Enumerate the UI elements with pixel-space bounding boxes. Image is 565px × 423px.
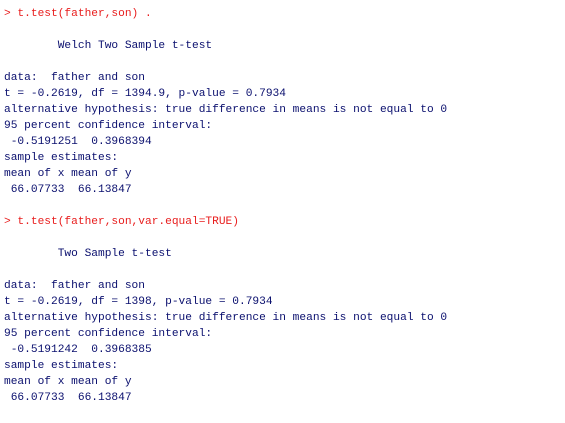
test-title: Two Sample t-test bbox=[4, 248, 172, 260]
confidence-interval-label: 95 percent confidence interval: bbox=[4, 120, 213, 132]
r-console[interactable]: > t.test(father,son) . Welch Two Sample … bbox=[0, 0, 565, 423]
sample-estimates-label: sample estimates: bbox=[4, 360, 119, 372]
sample-estimates-label: sample estimates: bbox=[4, 152, 119, 164]
console-command-line: > t.test(father,son,var.equal=TRUE) bbox=[4, 216, 239, 228]
data-line: data: father and son bbox=[4, 280, 145, 292]
test-title: Welch Two Sample t-test bbox=[4, 40, 213, 52]
confidence-interval-values: -0.5191242 0.3968385 bbox=[4, 344, 152, 356]
sample-estimates-values: 66.07733 66.13847 bbox=[4, 184, 132, 196]
sample-estimates-values: 66.07733 66.13847 bbox=[4, 392, 132, 404]
statistic-line: t = -0.2619, df = 1398, p-value = 0.7934 bbox=[4, 296, 273, 308]
sample-estimates-header: mean of x mean of y bbox=[4, 376, 132, 388]
console-command-line: > t.test(father,son) . bbox=[4, 8, 152, 20]
confidence-interval-label: 95 percent confidence interval: bbox=[4, 328, 213, 340]
alternative-hypothesis-line: alternative hypothesis: true difference … bbox=[4, 104, 448, 116]
statistic-line: t = -0.2619, df = 1394.9, p-value = 0.79… bbox=[4, 88, 286, 100]
alternative-hypothesis-line: alternative hypothesis: true difference … bbox=[4, 312, 448, 324]
data-line: data: father and son bbox=[4, 72, 145, 84]
confidence-interval-values: -0.5191251 0.3968394 bbox=[4, 136, 152, 148]
sample-estimates-header: mean of x mean of y bbox=[4, 168, 132, 180]
